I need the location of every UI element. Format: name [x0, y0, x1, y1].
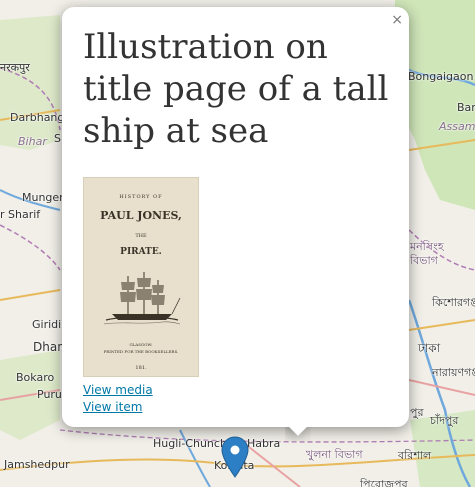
- view-media-link[interactable]: View media: [83, 382, 153, 399]
- map-label-kishoreganj: কিশোরগঞ্জ: [432, 296, 475, 309]
- map-label-bongaigaon: Bongaigaon: [408, 70, 474, 83]
- map-label-dhanbad: Dhan: [33, 340, 65, 354]
- tall-ship-illustration: [103, 272, 181, 325]
- map-label-bihar: Bihar: [18, 135, 47, 148]
- map-label-purulia: Purul: [37, 388, 65, 401]
- map-marker-icon[interactable]: [221, 436, 249, 478]
- map-label-mymensingh-division: বিভাগ: [410, 254, 438, 267]
- map-label-barp: Barp: [457, 101, 475, 114]
- thumbnail-line: GLASGOW:: [129, 342, 153, 347]
- popup-links: View media View item: [83, 382, 153, 416]
- map-label-narayanganj: নারায়ণগঞ্জ: [432, 366, 475, 379]
- thumbnail-line: PIRATE.: [120, 247, 162, 257]
- map-label-assam: Assam: [439, 120, 475, 133]
- map-label-bokaro: Bokaro: [16, 371, 55, 384]
- thumbnail-line: HISTORY OF: [119, 194, 163, 200]
- map-label-pirojpur: পিরোজপুর: [360, 478, 408, 487]
- map-label-narkatiaganj: नरकपुर: [0, 61, 30, 74]
- view-item-link[interactable]: View item: [83, 399, 153, 416]
- popup-title: Illustration on title page of a tall shi…: [83, 27, 389, 151]
- thumbnail-line: PRINTED FOR THE BOOKSELLERS.: [103, 349, 179, 354]
- map-label-chandpur: চাঁদপুর: [430, 414, 459, 427]
- map-label-khulna-division: খুলনা বিভাগ: [306, 448, 363, 461]
- map-label-s: S: [54, 132, 61, 145]
- item-thumbnail[interactable]: HISTORY OF PAUL JONES, THE PIRATE. GLASG…: [83, 177, 199, 377]
- map-label-dhaka: ঢাকা: [418, 341, 441, 355]
- thumbnail-line: PAUL JONES,: [100, 209, 182, 222]
- map-label-bihar-sharif: r Sharif: [0, 208, 41, 221]
- popup-tip: [285, 427, 311, 441]
- map-label-munger: Munger: [22, 191, 64, 204]
- map-label-pur: পুর: [410, 406, 424, 419]
- map-popup: × Illustration on title page of a tall s…: [62, 7, 409, 427]
- close-icon[interactable]: ×: [391, 12, 403, 28]
- thumbnail-line: 181.: [135, 365, 147, 371]
- map-label-barishal: বরিশাল: [398, 449, 432, 462]
- thumbnail-line: THE: [135, 233, 147, 239]
- map-label-habra: Habra: [247, 437, 281, 450]
- map-label-jamshedpur: Jamshedpur: [4, 458, 70, 471]
